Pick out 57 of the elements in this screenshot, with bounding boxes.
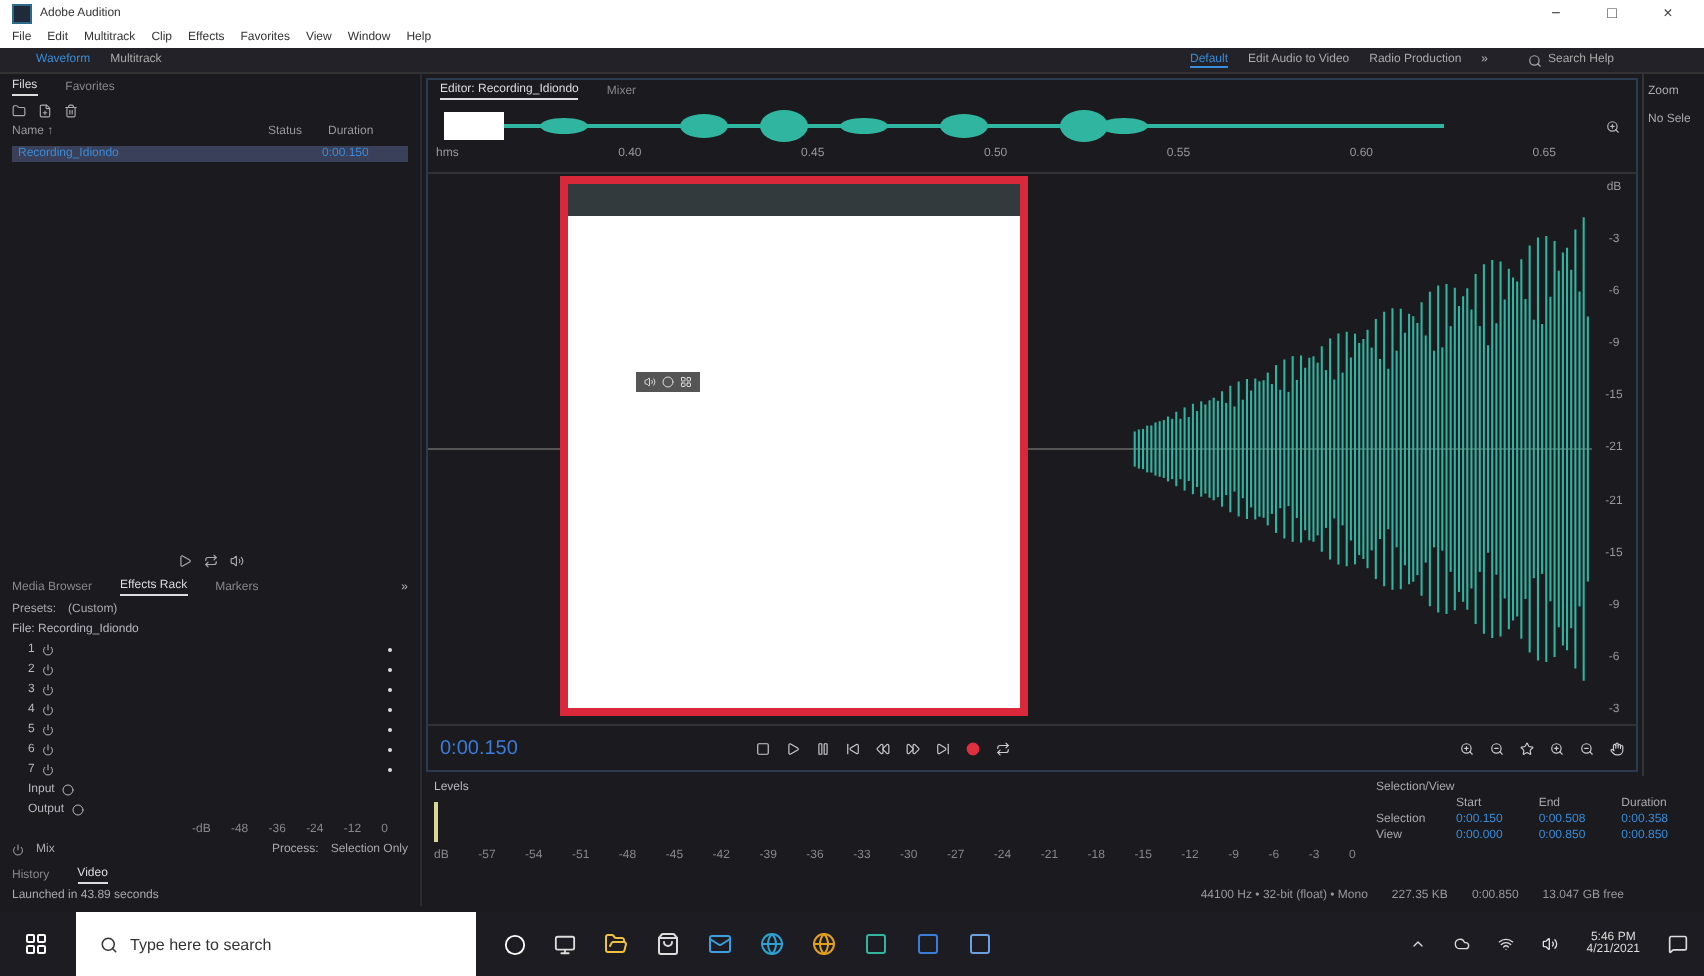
window-control[interactable]: □ [1588, 4, 1636, 22]
start-icon[interactable] [24, 932, 48, 956]
loop-icon[interactable] [996, 741, 1010, 755]
app-icon[interactable] [968, 932, 992, 956]
speaker-icon[interactable] [229, 554, 243, 568]
fast-forward-icon[interactable] [906, 741, 920, 755]
play-icon[interactable] [177, 554, 191, 568]
power-icon[interactable] [42, 704, 55, 716]
star-icon[interactable] [1520, 741, 1534, 755]
store-icon[interactable] [656, 932, 680, 956]
grid-icon[interactable] [680, 376, 692, 388]
zoom-out-icon[interactable] [1580, 741, 1594, 755]
rewind-icon[interactable] [876, 741, 890, 755]
zoom-in-icon[interactable] [1460, 741, 1474, 755]
skip-back-icon[interactable] [846, 741, 860, 755]
app-icon[interactable] [916, 932, 940, 956]
app-logo-icon [12, 3, 32, 23]
record-icon[interactable] [966, 741, 980, 755]
power-icon[interactable] [42, 744, 55, 756]
folder-icon[interactable] [604, 932, 628, 956]
folder-icon[interactable] [12, 104, 26, 118]
cloud-icon[interactable] [1454, 936, 1471, 952]
pause-icon[interactable] [816, 741, 830, 755]
search-icon [100, 935, 118, 953]
window-control[interactable]: × [1644, 4, 1692, 22]
network-icon[interactable] [1498, 936, 1515, 952]
speaker-icon[interactable] [644, 376, 656, 388]
new-file-icon[interactable] [38, 104, 52, 118]
loop-icon[interactable] [203, 554, 217, 568]
search-icon [1528, 53, 1542, 67]
mail-icon[interactable] [708, 932, 732, 956]
power-icon[interactable] [42, 684, 55, 696]
power-icon[interactable] [42, 644, 55, 656]
power-icon[interactable] [42, 664, 55, 676]
browser-icon[interactable] [812, 932, 836, 956]
trash-icon[interactable] [64, 104, 78, 118]
zoom-icon[interactable] [1606, 119, 1620, 133]
zoom-out-icon[interactable] [1490, 741, 1504, 755]
knob-icon[interactable] [662, 376, 674, 388]
browser-icon[interactable] [760, 932, 784, 956]
power-icon[interactable] [12, 844, 24, 856]
play-icon[interactable] [786, 741, 800, 755]
notification-icon[interactable] [1668, 934, 1688, 954]
stop-icon[interactable] [756, 741, 770, 755]
power-icon[interactable] [42, 764, 55, 776]
taskbar-search-field[interactable]: Type here to search [76, 912, 476, 976]
power-icon[interactable] [42, 724, 55, 736]
task-view-icon[interactable] [554, 933, 576, 955]
time-display: 0:00.150 [440, 737, 520, 759]
tray-expand-icon[interactable] [1410, 936, 1427, 952]
zoom-in-icon[interactable] [1550, 741, 1564, 755]
hand-icon[interactable] [1610, 741, 1624, 755]
window-control[interactable]: − [1532, 4, 1580, 22]
skip-forward-icon[interactable] [936, 741, 950, 755]
speaker-icon[interactable] [1542, 936, 1559, 952]
cortana-icon[interactable] [504, 933, 526, 955]
app-icon[interactable] [864, 932, 888, 956]
